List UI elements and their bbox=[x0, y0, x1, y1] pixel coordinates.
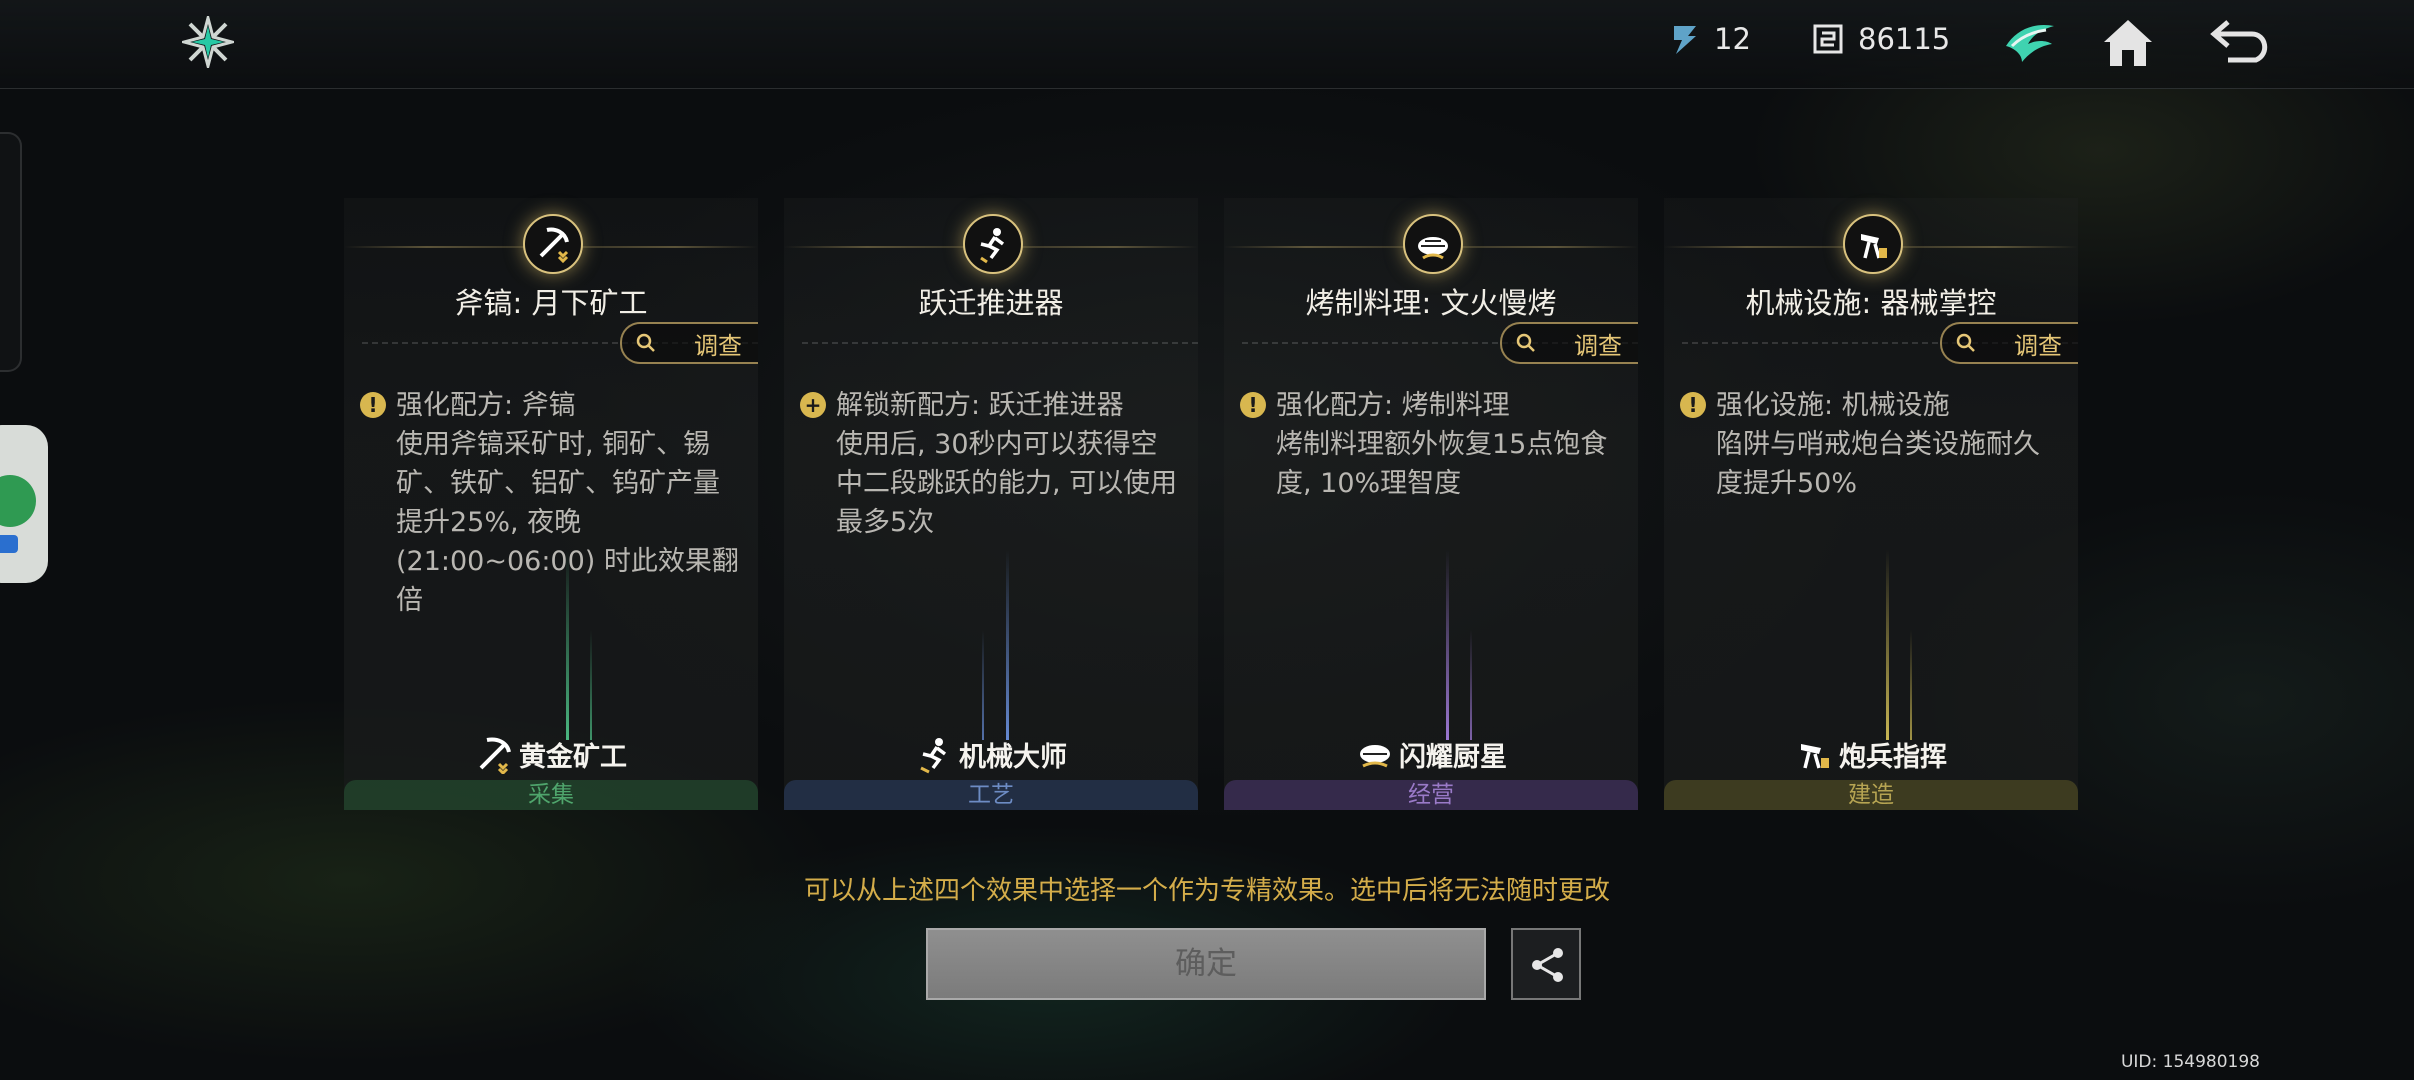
desc-heading: 解锁新配方: 跃迁推进器 bbox=[836, 390, 1124, 421]
guild-icon[interactable] bbox=[2000, 12, 2060, 72]
user-id: UID: 154980198 bbox=[2120, 1052, 2260, 1072]
profession-name: 炮兵指挥 bbox=[1839, 741, 1947, 773]
card-title: 机械设施: 器械掌控 bbox=[1745, 286, 1997, 320]
side-panel-tab[interactable] bbox=[0, 132, 22, 372]
investigate-button[interactable]: 调查 bbox=[620, 322, 758, 364]
unlock-icon: + bbox=[800, 392, 826, 418]
investigate-label: 调查 bbox=[2014, 331, 2062, 360]
category-bar: 经营 bbox=[1224, 780, 1638, 810]
floating-app-icon[interactable] bbox=[0, 425, 48, 583]
desc-body: 使用斧镐采矿时, 铜矿、锡矿、铁矿、铝矿、钨矿产量提升25%, 夜晚 (21:0… bbox=[396, 429, 739, 616]
coin-counter[interactable]: 86115 bbox=[1812, 22, 1950, 56]
mechanic-icon bbox=[920, 738, 947, 774]
jumper-emblem-icon bbox=[963, 214, 1023, 274]
light-beam bbox=[982, 630, 984, 740]
roast-emblem-icon bbox=[1403, 214, 1463, 274]
light-beam bbox=[1006, 550, 1009, 740]
desc-body: 陷阱与哨戒炮台类设施耐久度提升50% bbox=[1716, 429, 2040, 499]
selection-hint: 可以从上述四个效果中选择一个作为专精效果。选中后将无法随时更改 bbox=[803, 876, 1610, 906]
profession-label: 机械大师 bbox=[784, 734, 1198, 774]
category-bar: 工艺 bbox=[784, 780, 1198, 810]
light-beam bbox=[566, 550, 569, 740]
search-icon bbox=[1956, 333, 1975, 352]
coin-icon bbox=[1812, 23, 1844, 55]
desc-body: 烤制料理额外恢复15点饱食度, 10%理智度 bbox=[1276, 429, 1608, 499]
upgrade-icon: ! bbox=[1680, 392, 1706, 418]
category-bar: 建造 bbox=[1664, 780, 2078, 810]
profession-label: 闪耀厨星 bbox=[1224, 734, 1638, 774]
light-beam bbox=[590, 630, 592, 740]
desc-heading: 强化设施: 机械设施 bbox=[1716, 390, 1950, 421]
card-description: ! 强化设施: 机械设施 陷阱与哨戒炮台类设施耐久度提升50% bbox=[1680, 386, 2064, 503]
light-beam bbox=[1470, 630, 1472, 740]
top-bar: 12 86115 bbox=[0, 0, 2414, 89]
investigate-label: 调查 bbox=[694, 331, 742, 360]
investigate-button[interactable]: 调查 bbox=[1940, 322, 2078, 364]
profession-label: 炮兵指挥 bbox=[1664, 734, 2078, 774]
profession-name: 黄金矿工 bbox=[519, 741, 627, 773]
effect-card-1[interactable]: 斧镐: 月下矿工 调查 ! 强化配方: 斧镐 使用斧镐采矿时, 铜矿、锡矿、铁矿… bbox=[344, 198, 758, 810]
coin-value: 86115 bbox=[1858, 22, 1951, 56]
turret-emblem-icon bbox=[1843, 214, 1903, 274]
search-icon bbox=[636, 333, 655, 352]
pickaxe-icon bbox=[479, 737, 511, 774]
confirm-button[interactable]: 确定 bbox=[926, 928, 1486, 1000]
card-title: 烤制料理: 文火慢烤 bbox=[1305, 286, 1557, 320]
logo-icon bbox=[178, 12, 238, 72]
search-icon bbox=[1516, 333, 1535, 352]
profession-name: 闪耀厨星 bbox=[1399, 741, 1507, 773]
energy-counter[interactable]: 12 bbox=[1670, 22, 1751, 56]
upgrade-icon: ! bbox=[360, 392, 386, 418]
chef-icon bbox=[1360, 745, 1390, 768]
light-beam bbox=[1910, 630, 1912, 740]
card-description: ! 强化配方: 斧镐 使用斧镐采矿时, 铜矿、锡矿、铁矿、铝矿、钨矿产量提升25… bbox=[360, 386, 744, 620]
light-beam bbox=[1446, 550, 1449, 740]
home-icon[interactable] bbox=[2098, 12, 2158, 72]
card-description: + 解锁新配方: 跃迁推进器 使用后, 30秒内可以获得空中二段跳跃的能力, 可… bbox=[800, 386, 1184, 542]
upgrade-icon: ! bbox=[1240, 392, 1266, 418]
effect-card-4[interactable]: 机械设施: 器械掌控 调查 ! 强化设施: 机械设施 陷阱与哨戒炮台类设施耐久度… bbox=[1664, 198, 2078, 810]
light-beam bbox=[1886, 550, 1889, 740]
card-title: 跃迁推进器 bbox=[918, 286, 1064, 320]
investigate-button[interactable]: 调查 bbox=[1500, 322, 1638, 364]
effect-card-3[interactable]: 烤制料理: 文火慢烤 调查 ! 强化配方: 烤制料理 烤制料理额外恢复15点饱食… bbox=[1224, 198, 1638, 810]
card-description: ! 强化配方: 烤制料理 烤制料理额外恢复15点饱食度, 10%理智度 bbox=[1240, 386, 1624, 503]
desc-heading: 强化配方: 烤制料理 bbox=[1276, 390, 1510, 421]
share-button[interactable] bbox=[1511, 928, 1581, 1000]
energy-value: 12 bbox=[1714, 22, 1751, 56]
investigate-label: 调查 bbox=[1574, 331, 1622, 360]
profession-label: 黄金矿工 bbox=[344, 734, 758, 774]
desc-body: 使用后, 30秒内可以获得空中二段跳跃的能力, 可以使用最多5次 bbox=[836, 429, 1178, 538]
artillery-icon bbox=[1801, 744, 1829, 769]
back-icon[interactable] bbox=[2206, 12, 2268, 72]
share-icon bbox=[1532, 948, 1563, 982]
profession-name: 机械大师 bbox=[959, 741, 1067, 773]
energy-icon bbox=[1670, 22, 1700, 56]
desc-heading: 强化配方: 斧镐 bbox=[396, 390, 576, 421]
card-title: 斧镐: 月下矿工 bbox=[454, 286, 648, 320]
card-dashed-divider bbox=[802, 342, 1198, 344]
category-bar: 采集 bbox=[344, 780, 758, 810]
pickaxe-emblem-icon bbox=[523, 214, 583, 274]
effect-card-2[interactable]: 跃迁推进器 + 解锁新配方: 跃迁推进器 使用后, 30秒内可以获得空中二段跳跃… bbox=[784, 198, 1198, 810]
